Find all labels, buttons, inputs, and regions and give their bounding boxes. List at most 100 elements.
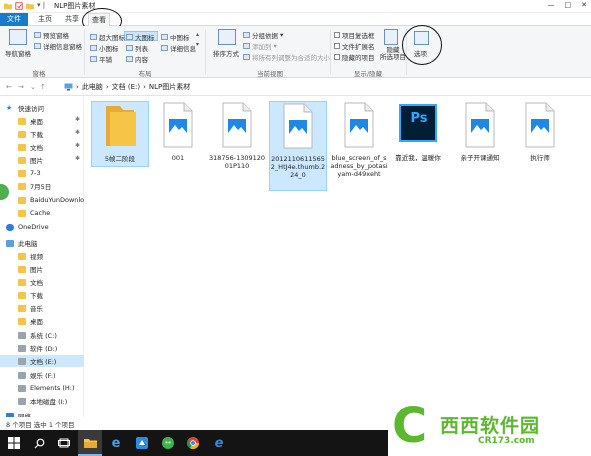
large-icons-option[interactable]: 大图标 — [126, 32, 155, 42]
file-item[interactable]: 亲子开课通知 — [451, 101, 509, 167]
desktop-folder-icon — [18, 317, 26, 325]
tab-file[interactable]: 文件 — [0, 13, 28, 26]
list-option[interactable]: 列表 — [126, 43, 148, 53]
back-arrow-icon[interactable]: ← — [6, 83, 12, 91]
nav-item[interactable]: 桌面 — [0, 315, 84, 327]
details-option[interactable]: 详细信息 — [161, 43, 196, 53]
document-icon — [344, 102, 374, 148]
nav-item[interactable]: 文档 — [0, 276, 84, 288]
size-all-columns-button[interactable]: 将所有列调整为合适的大小 — [243, 52, 330, 62]
watermark-title: 西西软件园 — [440, 415, 541, 437]
taskbar-internet-explorer[interactable]: e — [207, 430, 231, 456]
medium-icons-option[interactable]: 中图标 — [161, 32, 190, 42]
image-file-icon — [163, 102, 193, 148]
details-pane-button[interactable]: 详细信息窗格 — [34, 41, 82, 51]
forward-arrow-icon[interactable]: → — [18, 83, 24, 91]
nav-item[interactable]: 图片 — [0, 263, 84, 275]
layout-scroll-down-icon[interactable]: ▾ — [196, 41, 199, 48]
nav-item[interactable]: 下载 — [0, 289, 84, 301]
recent-dropdown-icon[interactable]: ⌄ — [30, 83, 36, 91]
small-icons-option[interactable]: 小图标 — [90, 43, 119, 53]
file-item[interactable]: Ps 靠近我，温暖你 — [389, 101, 447, 167]
task-view-button[interactable] — [52, 430, 76, 456]
nav-item-label: Cache — [30, 209, 51, 217]
nav-item[interactable]: 文档 (E:) — [0, 355, 84, 367]
xl-icons-icon — [90, 34, 97, 40]
breadcrumb-item[interactable]: NLP图片素材 — [149, 82, 190, 92]
file-item[interactable]: 执行师 — [511, 101, 569, 167]
search-icon — [34, 438, 44, 448]
nav-item[interactable]: 本地磁盘 (I:) — [0, 395, 84, 407]
taskbar-file-explorer[interactable] — [78, 430, 102, 456]
item-checkboxes-toggle[interactable]: 项目复选框 — [334, 30, 375, 40]
pin-icon[interactable]: ✱ — [75, 155, 80, 162]
taskbar-edge[interactable]: e — [104, 430, 128, 456]
pin-icon[interactable]: ✱ — [75, 129, 80, 136]
preview-pane-button[interactable]: 预览窗格 — [34, 30, 69, 40]
watermark-logo: C 西西软件园 CR173.com — [388, 398, 591, 456]
size-columns-icon — [243, 54, 250, 60]
taskbar-chrome[interactable] — [181, 430, 205, 456]
group-by-icon — [243, 32, 250, 38]
nav-item[interactable]: OneDrive — [0, 221, 84, 233]
file-item[interactable]: blue_screen_of_sadness_by_potasiyam-d49x… — [330, 101, 388, 178]
nav-item-label: Elements (H:) — [30, 384, 75, 392]
drive-icon — [18, 397, 26, 405]
start-button[interactable] — [2, 430, 26, 456]
taskbar-app-blue[interactable] — [130, 430, 154, 456]
pin-icon[interactable]: ✱ — [75, 142, 80, 149]
nav-item-label: 文档 (E:) — [30, 358, 57, 366]
nav-item[interactable]: BaiduYunDownloa — [0, 194, 84, 206]
tiles-option[interactable]: 平铺 — [90, 54, 112, 64]
xl-icons-option[interactable]: 超大图标 — [90, 32, 125, 42]
add-columns-button[interactable]: 添加列 ▾ — [243, 41, 277, 51]
breadcrumb-item[interactable]: 此电脑 — [82, 82, 103, 92]
nav-item[interactable]: 此电脑 — [0, 237, 84, 249]
hidden-items-toggle[interactable]: 隐藏的项目 — [334, 52, 375, 62]
tab-share[interactable]: 共享 — [63, 13, 81, 26]
content-option[interactable]: 内容 — [126, 54, 148, 64]
file-item[interactable]: 20121106115652_HtJ4e.thumb.224_0 — [269, 101, 327, 191]
nav-item[interactable]: Cache — [0, 207, 84, 219]
group-by-button[interactable]: 分组依据 ▾ — [243, 30, 283, 40]
nav-item-label: 本地磁盘 (I:) — [30, 398, 68, 406]
minimize-button[interactable]: — — [548, 1, 555, 9]
file-item[interactable]: 001 — [149, 101, 207, 167]
nav-item[interactable]: ★ 快速访问 — [0, 102, 84, 114]
file-name: 亲子开课通知 — [460, 154, 500, 162]
close-button[interactable]: ✕ — [581, 1, 587, 9]
drive-icon — [18, 331, 26, 339]
breadcrumb-item[interactable]: 文档 (E:) — [112, 82, 140, 92]
tab-home[interactable]: 主页 — [35, 13, 55, 26]
properties-icon[interactable] — [15, 2, 23, 10]
layout-scroll-up-icon[interactable]: ▴ — [196, 31, 199, 38]
maximize-button[interactable]: □ — [565, 1, 572, 9]
checkbox-icon — [334, 54, 340, 60]
nav-item[interactable]: 桌面 ✱ — [0, 115, 84, 127]
nav-item-label: 文档 — [30, 144, 43, 152]
nav-item[interactable]: 软件 (D:) — [0, 342, 84, 354]
file-item[interactable]: 318756-130912001P110 — [208, 101, 266, 170]
file-extensions-toggle[interactable]: 文件扩展名 — [334, 41, 375, 51]
nav-item[interactable]: 音乐 — [0, 302, 84, 314]
search-button[interactable] — [27, 430, 51, 456]
up-arrow-icon[interactable]: ↑ — [40, 83, 46, 91]
nav-item[interactable]: Elements (H:) — [0, 382, 84, 394]
image-file-icon — [222, 102, 252, 148]
taskbar-wechat[interactable] — [156, 430, 180, 456]
file-item[interactable]: 5帧二阶段 — [91, 101, 149, 167]
nav-item[interactable]: 下载 ✱ — [0, 128, 84, 140]
breadcrumb[interactable]: › 此电脑 › 文档 (E:) › NLP图片素材 — [64, 82, 190, 92]
new-folder-icon[interactable] — [26, 2, 34, 10]
pin-icon[interactable]: ✱ — [75, 116, 80, 123]
folder-icon — [4, 3, 12, 10]
nav-item[interactable]: 图片 ✱ — [0, 154, 84, 166]
quick-access-dropdown-icon[interactable]: ▾ | — [37, 1, 45, 9]
nav-item[interactable]: 文档 ✱ — [0, 141, 84, 153]
nav-item[interactable]: 视频 — [0, 250, 84, 262]
nav-item[interactable]: 7月5日 — [0, 180, 84, 192]
nav-item[interactable]: 系统 (C:) — [0, 329, 84, 341]
nav-item[interactable]: 娱乐 (F:) — [0, 369, 84, 381]
nav-item[interactable]: 7-3 — [0, 167, 84, 179]
options-highlight-circle — [402, 25, 442, 65]
